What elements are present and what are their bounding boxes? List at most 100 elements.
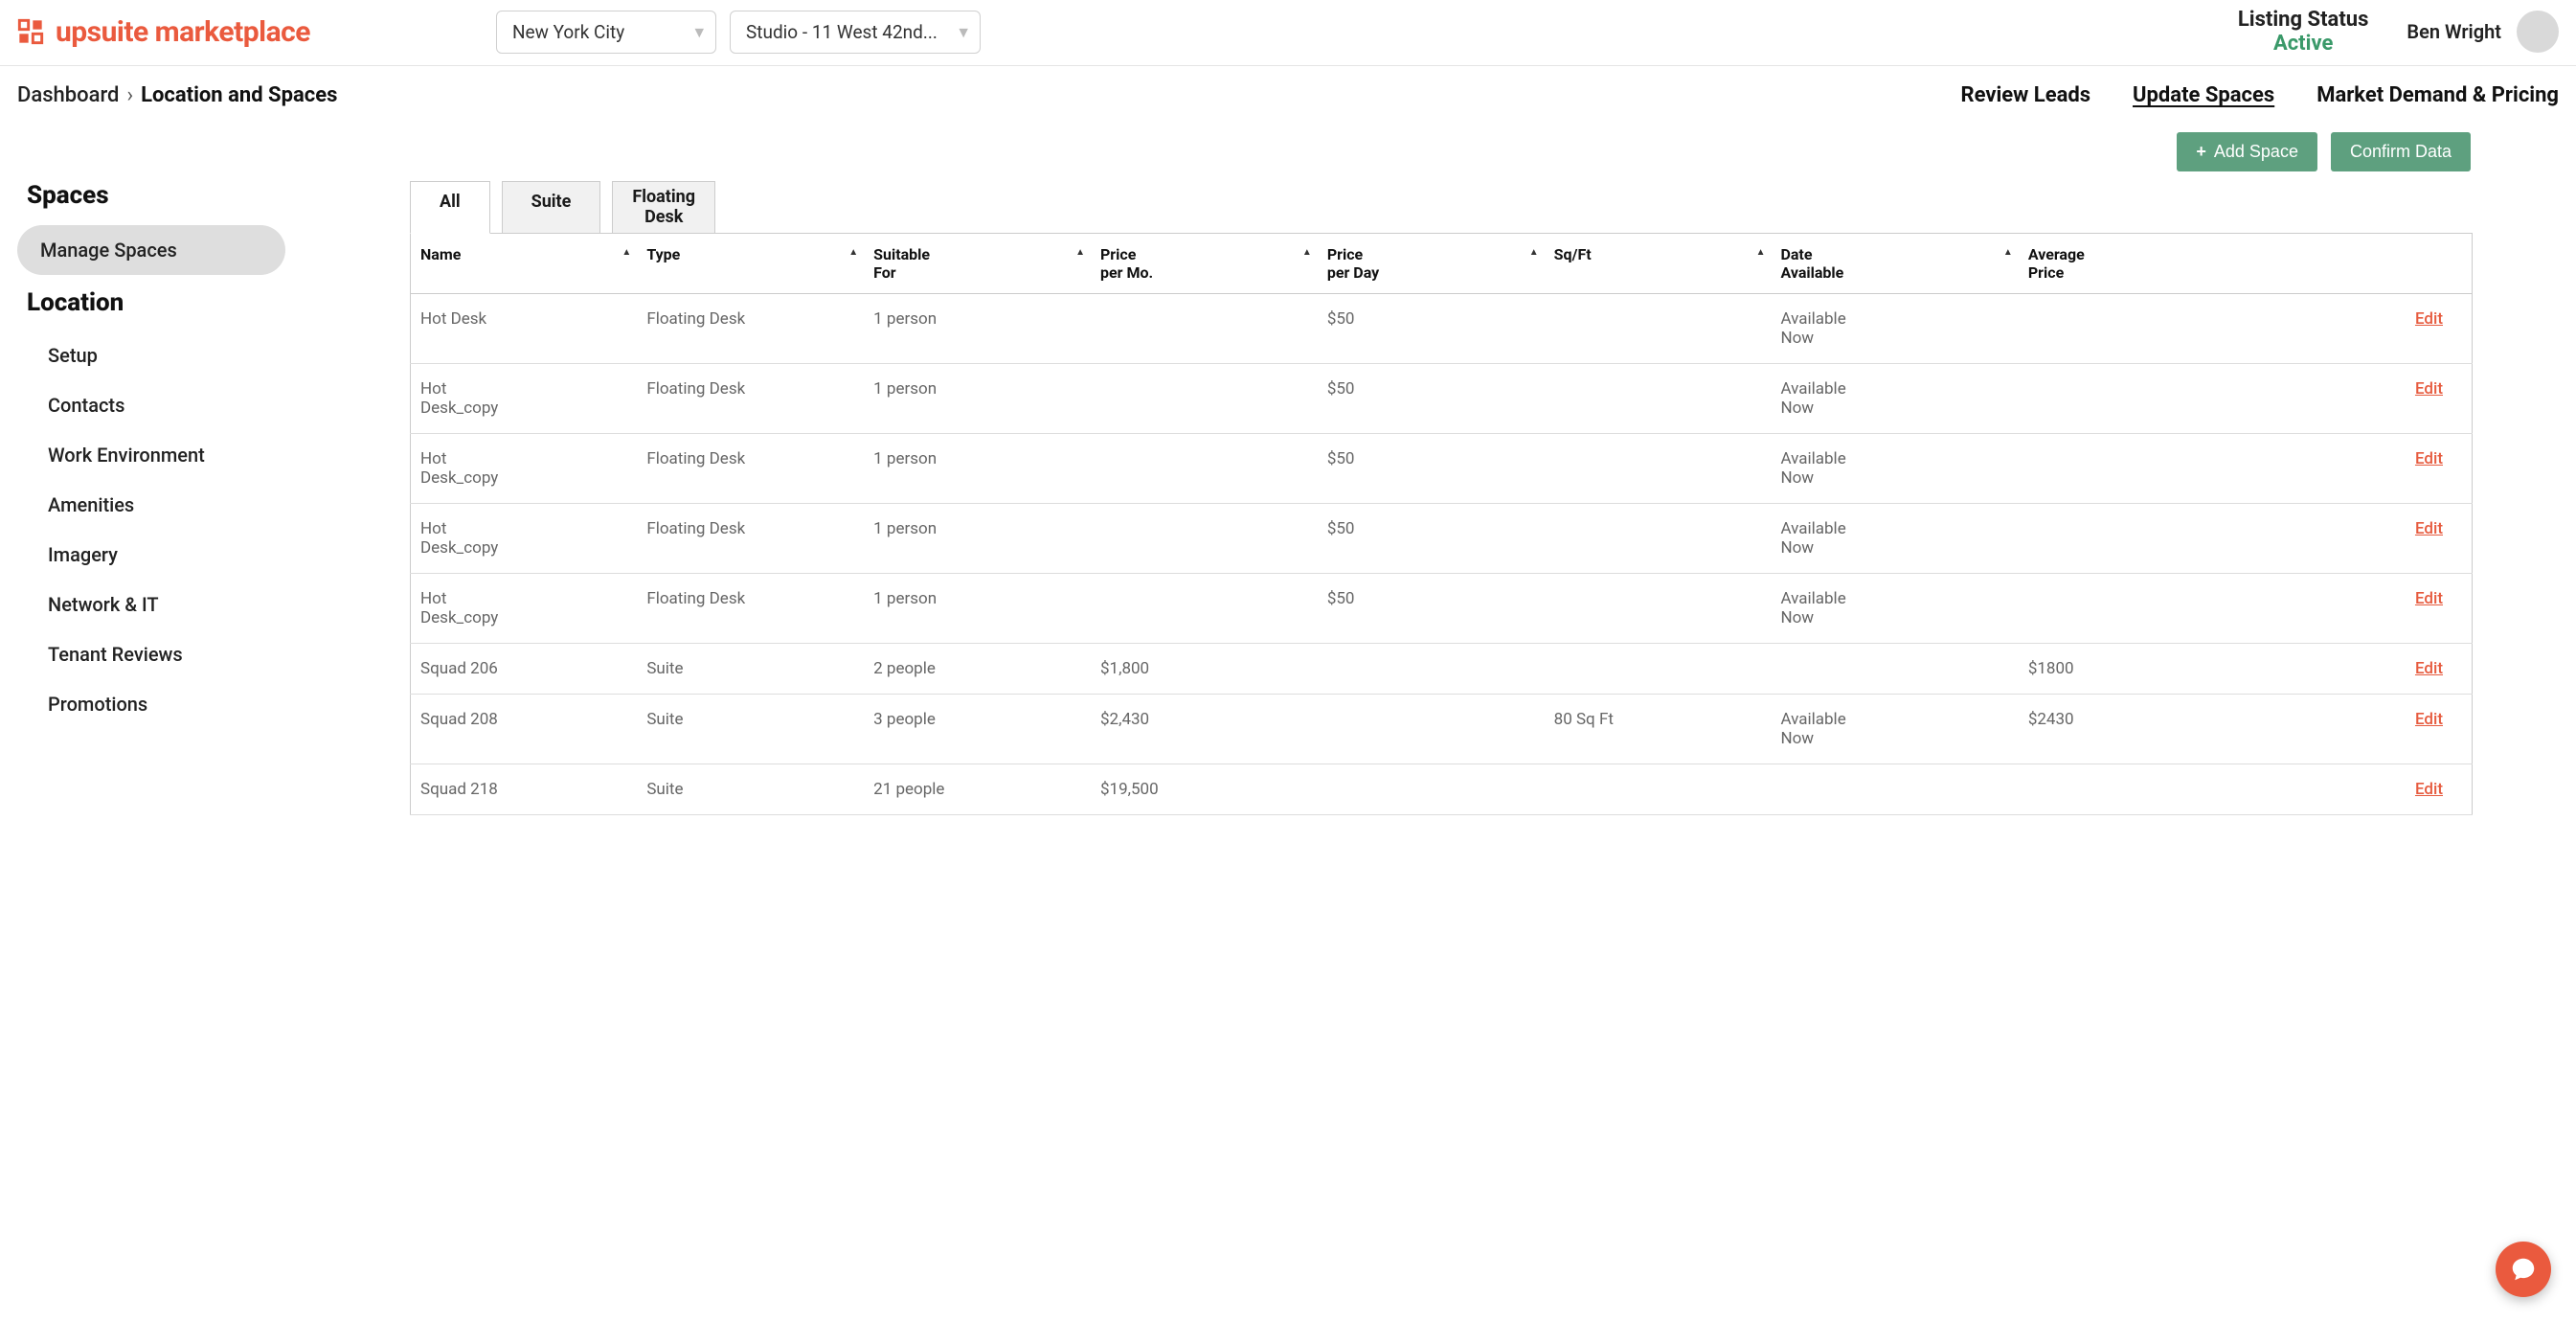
table-row: Squad 206Suite2 people$1,800$1800Edit: [411, 644, 2473, 695]
cell-ppm: $2,430: [1091, 695, 1318, 764]
cell-date: [1771, 764, 2018, 815]
sidebar-item-imagery[interactable]: Imagery: [29, 532, 381, 578]
table-row: HotDesk_copyFloating Desk1 person$50Avai…: [411, 364, 2473, 434]
sidebar-item-contacts[interactable]: Contacts: [29, 382, 381, 428]
cell-ppm: [1091, 574, 1318, 644]
cell-ppm: [1091, 364, 1318, 434]
sidebar-item-promotions[interactable]: Promotions: [29, 681, 381, 727]
table-row: HotDesk_copyFloating Desk1 person$50Avai…: [411, 574, 2473, 644]
cell-for: 1 person: [864, 434, 1091, 504]
cell-date: AvailableNow: [1771, 574, 2018, 644]
edit-link[interactable]: Edit: [2415, 710, 2443, 729]
sort-icon[interactable]: ▲: [1302, 247, 1312, 258]
city-select[interactable]: New York City ▾: [496, 11, 716, 54]
sidebar-item-work-environment[interactable]: Work Environment: [29, 432, 381, 478]
breadcrumb-current: Location and Spaces: [141, 83, 337, 107]
filter-tab-floating-desk[interactable]: Floating Desk: [612, 181, 715, 234]
cell-for: 21 people: [864, 764, 1091, 815]
add-space-button[interactable]: + Add Space: [2177, 132, 2317, 171]
tab-review-leads[interactable]: Review Leads: [1960, 83, 2090, 107]
col-type[interactable]: Type▲: [637, 234, 864, 294]
filter-tab-suite[interactable]: Suite: [502, 181, 601, 234]
breadcrumb-dashboard[interactable]: Dashboard: [17, 83, 119, 107]
cell-ppm: $1,800: [1091, 644, 1318, 695]
cell-type: Suite: [637, 644, 864, 695]
sidebar-item-network-it[interactable]: Network & IT: [29, 581, 381, 627]
cell-for: 1 person: [864, 294, 1091, 364]
tab-update-spaces[interactable]: Update Spaces: [2133, 83, 2274, 107]
sidebar-item-amenities[interactable]: Amenities: [29, 482, 381, 528]
cell-name: Squad 208: [411, 695, 638, 764]
brand-logo[interactable]: upsuite marketplace: [17, 15, 400, 49]
cell-avg: [2019, 574, 2246, 644]
col-price-per-mo[interactable]: Priceper Mo.▲: [1091, 234, 1318, 294]
cell-date: [1771, 644, 2018, 695]
col-date-available[interactable]: DateAvailable▲: [1771, 234, 2018, 294]
cell-name: Squad 206: [411, 644, 638, 695]
cell-edit: Edit: [2246, 364, 2473, 434]
cell-avg: [2019, 764, 2246, 815]
cell-avg: $2430: [2019, 695, 2246, 764]
cell-edit: Edit: [2246, 574, 2473, 644]
cell-ppm: [1091, 504, 1318, 574]
edit-link[interactable]: Edit: [2415, 780, 2443, 799]
cell-ppm: [1091, 434, 1318, 504]
location-select[interactable]: Studio - 11 West 42nd... ▾: [730, 11, 981, 54]
cell-name: HotDesk_copy: [411, 574, 638, 644]
cell-type: Floating Desk: [637, 504, 864, 574]
sort-icon[interactable]: ▲: [1756, 247, 1766, 258]
user-name: Ben Wright: [2407, 20, 2501, 43]
plus-icon: +: [2196, 142, 2206, 162]
cell-for: 1 person: [864, 574, 1091, 644]
sidebar-item-tenant-reviews[interactable]: Tenant Reviews: [29, 631, 381, 677]
cell-edit: Edit: [2246, 695, 2473, 764]
add-space-label: Add Space: [2214, 142, 2298, 162]
edit-link[interactable]: Edit: [2415, 659, 2443, 678]
filter-tab-all[interactable]: All: [410, 181, 490, 234]
chat-button[interactable]: [2496, 1242, 2551, 1297]
sort-icon[interactable]: ▲: [848, 247, 858, 258]
col-price-per-day[interactable]: Priceper Day▲: [1318, 234, 1545, 294]
chat-icon: [2509, 1255, 2538, 1284]
cell-type: Suite: [637, 764, 864, 815]
table-row: Squad 208Suite3 people$2,43080 Sq FtAvai…: [411, 695, 2473, 764]
chevron-right-icon: ›: [126, 83, 133, 107]
col-sqft[interactable]: Sq/Ft▲: [1545, 234, 1772, 294]
col-name[interactable]: Name▲: [411, 234, 638, 294]
edit-link[interactable]: Edit: [2415, 449, 2443, 468]
sort-icon[interactable]: ▲: [1075, 247, 1085, 258]
edit-link[interactable]: Edit: [2415, 519, 2443, 538]
sort-icon[interactable]: ▲: [1529, 247, 1539, 258]
sort-icon[interactable]: ▲: [621, 247, 631, 258]
avatar: [2517, 11, 2559, 53]
cell-sqft: [1545, 434, 1772, 504]
cell-ppd: $50: [1318, 364, 1545, 434]
cell-avg: [2019, 434, 2246, 504]
cell-date: AvailableNow: [1771, 504, 2018, 574]
confirm-data-button[interactable]: Confirm Data: [2331, 132, 2471, 171]
cell-name: HotDesk_copy: [411, 364, 638, 434]
cell-date: AvailableNow: [1771, 695, 2018, 764]
edit-link[interactable]: Edit: [2415, 379, 2443, 399]
cell-type: Suite: [637, 695, 864, 764]
sidebar-item-setup[interactable]: Setup: [29, 332, 381, 378]
cell-date: AvailableNow: [1771, 294, 2018, 364]
edit-link[interactable]: Edit: [2415, 309, 2443, 329]
cell-type: Floating Desk: [637, 294, 864, 364]
cell-sqft: [1545, 294, 1772, 364]
cell-ppd: $50: [1318, 504, 1545, 574]
user-menu[interactable]: Ben Wright: [2407, 11, 2559, 53]
cell-date: AvailableNow: [1771, 364, 2018, 434]
sidebar-item-manage-spaces[interactable]: Manage Spaces: [17, 225, 285, 275]
cell-ppd: $50: [1318, 574, 1545, 644]
cell-sqft: [1545, 574, 1772, 644]
cell-date: AvailableNow: [1771, 434, 2018, 504]
edit-link[interactable]: Edit: [2415, 589, 2443, 608]
col-suitable-for[interactable]: SuitableFor▲: [864, 234, 1091, 294]
cell-ppd: $50: [1318, 434, 1545, 504]
cell-ppd: [1318, 764, 1545, 815]
sort-icon[interactable]: ▲: [2003, 247, 2013, 258]
tab-market-demand[interactable]: Market Demand & Pricing: [2316, 83, 2559, 107]
logo-icon: [17, 18, 44, 45]
brand-name: upsuite marketplace: [56, 15, 310, 49]
